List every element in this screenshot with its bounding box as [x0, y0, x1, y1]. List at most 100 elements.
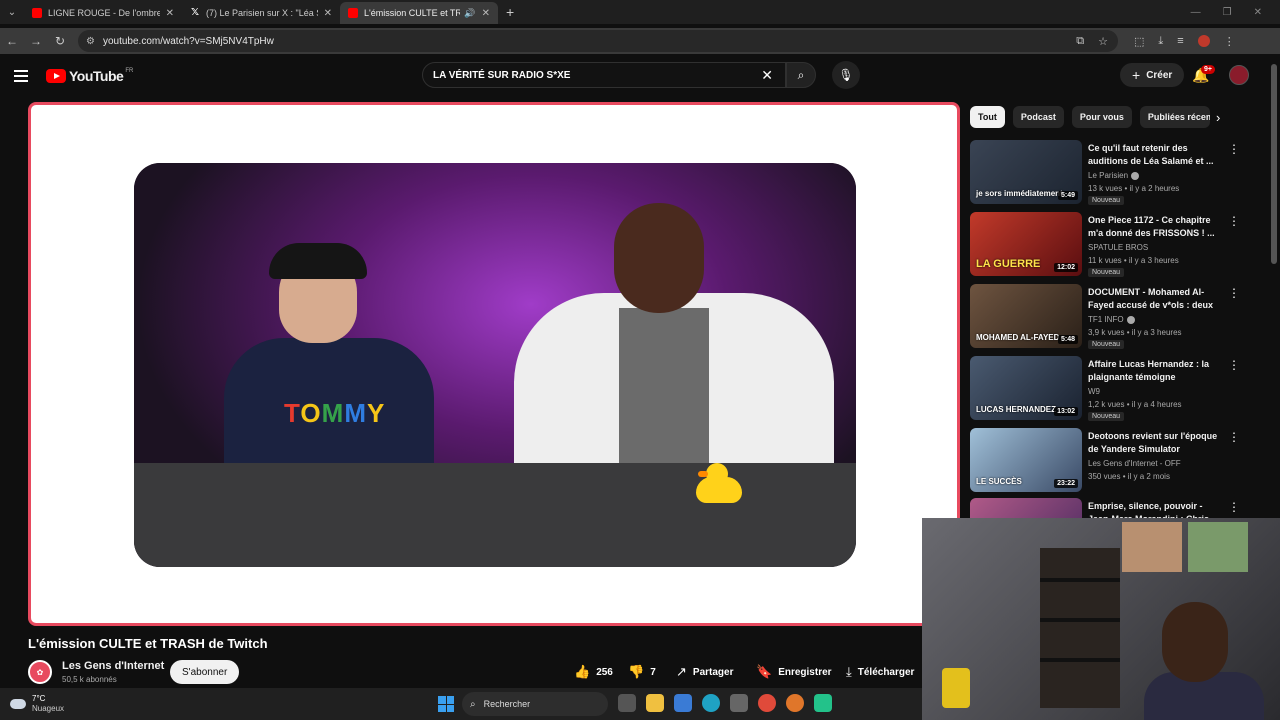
edge-icon[interactable]: [702, 694, 720, 712]
store-icon[interactable]: [674, 694, 692, 712]
account-avatar[interactable]: [1229, 65, 1249, 85]
chip-for-you[interactable]: Pour vous: [1071, 106, 1132, 128]
close-tab-icon[interactable]: ✕: [324, 8, 332, 19]
channel-avatar[interactable]: ✿: [28, 660, 52, 684]
recommendation-item[interactable]: LA GUERRE 12:02 One Piece 1172 - Ce chap…: [970, 212, 1246, 278]
task-view-icon[interactable]: [618, 694, 636, 712]
browser-tab-active[interactable]: L'émission CULTE et TRASH 🔊 ✕: [340, 2, 498, 24]
chip-all[interactable]: Tout: [970, 106, 1005, 128]
audio-playing-icon[interactable]: 🔊: [464, 8, 475, 19]
recommendation-item[interactable]: je sors immédiatement 5:49 Ce qu'il faut…: [970, 140, 1246, 206]
thumbs-up-icon: 👍: [574, 664, 591, 679]
reco-title[interactable]: Affaire Lucas Hernandez : la plaignante …: [1088, 358, 1222, 384]
close-tab-icon[interactable]: ✕: [482, 8, 490, 19]
save-label: Enregistrer: [778, 666, 832, 678]
dislike-count: 7: [650, 666, 656, 678]
shirt-logo: TOMMY: [284, 398, 386, 428]
filter-chips: Tout Podcast Pour vous Publiées récemmen…: [970, 106, 1210, 128]
minimize-icon[interactable]: —: [1191, 7, 1201, 18]
maximize-icon[interactable]: ❐: [1223, 7, 1232, 18]
chrome-icon[interactable]: [758, 694, 776, 712]
subscribe-button[interactable]: S'abonner: [170, 660, 240, 684]
weather-widget[interactable]: 7°C Nuageux: [10, 694, 64, 714]
chevron-right-icon[interactable]: ›: [1216, 110, 1220, 125]
more-options-icon[interactable]: ⋮: [1228, 500, 1240, 514]
menu-dots-icon[interactable]: ⋮: [1224, 35, 1235, 48]
create-label: Créer: [1146, 69, 1173, 81]
recommendation-item[interactable]: MOHAMED AL-FAYED 5:48 DOCUMENT - Mohamed…: [970, 284, 1246, 350]
recommendation-item[interactable]: LUCAS HERNANDEZ 13:02 Affaire Lucas Hern…: [970, 356, 1246, 422]
more-options-icon[interactable]: ⋮: [1228, 286, 1240, 300]
taskbar-search[interactable]: ⌕ Rechercher: [462, 692, 608, 716]
install-app-icon[interactable]: ⧉: [1076, 35, 1084, 48]
more-options-icon[interactable]: ⋮: [1228, 358, 1240, 372]
file-explorer-icon[interactable]: [646, 694, 664, 712]
search-icon: ⌕: [470, 698, 476, 710]
profile-avatar[interactable]: [1197, 34, 1210, 47]
dislike-button[interactable]: 👎 7: [628, 660, 656, 684]
windows-taskbar: 7°C Nuageux ⌕ Rechercher: [0, 688, 922, 720]
create-button[interactable]: + Créer: [1120, 63, 1185, 87]
forward-icon[interactable]: →: [24, 34, 48, 48]
channel-name[interactable]: Les Gens d'Internet: [62, 660, 164, 672]
video-thumbnail[interactable]: LUCAS HERNANDEZ 13:02: [970, 356, 1082, 420]
reco-title[interactable]: Ce qu'il faut retenir des auditions de L…: [1088, 142, 1222, 168]
youtube-logo[interactable]: YouTube FR: [46, 68, 133, 84]
more-options-icon[interactable]: ⋮: [1228, 214, 1240, 228]
url-text: youtube.com/watch?v=SMj5NV4TpHw: [102, 35, 274, 47]
new-tab-icon[interactable]: +: [506, 4, 514, 20]
wall-poster: [1122, 522, 1182, 572]
person-lab-coat: [454, 193, 834, 508]
reco-meta: 3,9 k vues • il y a 3 heures: [1088, 328, 1182, 337]
weather-condition: Nuageux: [32, 704, 65, 713]
video-thumbnail[interactable]: LE SUCCÈS 23:22: [970, 428, 1082, 492]
video-thumbnail[interactable]: MOHAMED AL-FAYED 5:48: [970, 284, 1082, 348]
more-options-icon[interactable]: ⋮: [1228, 430, 1240, 444]
bookmark-icon: 🔖: [756, 664, 773, 679]
thumbnail-text: LUCAS HERNANDEZ: [976, 405, 1056, 414]
site-info-icon[interactable]: ⚙: [86, 36, 95, 47]
page-scrollbar[interactable]: [1271, 64, 1277, 264]
download-button[interactable]: ⤓ Télécharger: [846, 660, 914, 684]
reload-icon[interactable]: ↻: [48, 34, 72, 48]
tab-search-icon[interactable]: ⌄: [0, 0, 24, 24]
reco-title[interactable]: DOCUMENT - Mohamed Al-Fayed accusé de v*…: [1088, 286, 1222, 312]
youtube-header: YouTube FR LA VÉRITÉ SUR RADIO S*XE ✕ ⌕ …: [0, 56, 1280, 96]
url-input[interactable]: ⚙ youtube.com/watch?v=SMj5NV4TpHw ⧉ ☆: [78, 30, 1118, 52]
search-button[interactable]: ⌕: [786, 62, 816, 88]
like-button[interactable]: 👍 256: [574, 660, 613, 684]
bookmark-star-icon[interactable]: ☆: [1098, 35, 1108, 48]
save-button[interactable]: 🔖 Enregistrer: [756, 660, 832, 684]
browser-tab[interactable]: LIGNE ROUGE - De l'ombre à la ✕: [24, 2, 182, 24]
share-button[interactable]: ↗ Partager: [676, 660, 733, 684]
app-icon[interactable]: [730, 694, 748, 712]
video-player[interactable]: TOMMY: [28, 102, 960, 626]
reco-title[interactable]: One Piece 1172 - Ce chapitre m'a donné d…: [1088, 214, 1222, 240]
clear-search-icon[interactable]: ✕: [761, 67, 773, 84]
notification-count-badge: 9+: [1201, 65, 1215, 74]
media-control-icon[interactable]: ≡: [1177, 35, 1183, 48]
window-controls: — ❐ ✕: [1191, 7, 1280, 18]
recommendation-item[interactable]: LE SUCCÈS 23:22 Deotoons revient sur l'é…: [970, 428, 1246, 494]
search-input[interactable]: LA VÉRITÉ SUR RADIO S*XE ✕: [422, 62, 786, 88]
more-options-icon[interactable]: ⋮: [1228, 142, 1240, 156]
close-window-icon[interactable]: ✕: [1254, 7, 1262, 18]
voice-search-button[interactable]: 🎙: [832, 61, 860, 89]
download-icon[interactable]: ⤓: [1158, 35, 1163, 48]
chip-podcast[interactable]: Podcast: [1012, 106, 1064, 128]
video-thumbnail[interactable]: je sors immédiatement 5:49: [970, 140, 1082, 204]
video-thumbnail[interactable]: LA GUERRE 12:02: [970, 212, 1082, 276]
windows-start-icon[interactable]: [438, 696, 454, 712]
search-query: LA VÉRITÉ SUR RADIO S*XE: [433, 69, 571, 81]
chip-recent[interactable]: Publiées récemment: [1139, 106, 1210, 128]
app-icon[interactable]: [814, 694, 832, 712]
close-tab-icon[interactable]: ✕: [166, 8, 174, 19]
reco-title[interactable]: Deotoons revient sur l'époque de Yandere…: [1088, 430, 1222, 456]
taskbar-apps: [618, 694, 832, 712]
hamburger-menu-icon[interactable]: [14, 70, 28, 82]
taskbar-search-label: Rechercher: [483, 699, 531, 709]
browser-tab[interactable]: 𝕏 (7) Le Parisien sur X : "Léa Salam ✕: [182, 2, 340, 24]
firefox-icon[interactable]: [786, 694, 804, 712]
back-icon[interactable]: ←: [0, 34, 24, 48]
extensions-icon[interactable]: ⬚: [1134, 35, 1144, 48]
